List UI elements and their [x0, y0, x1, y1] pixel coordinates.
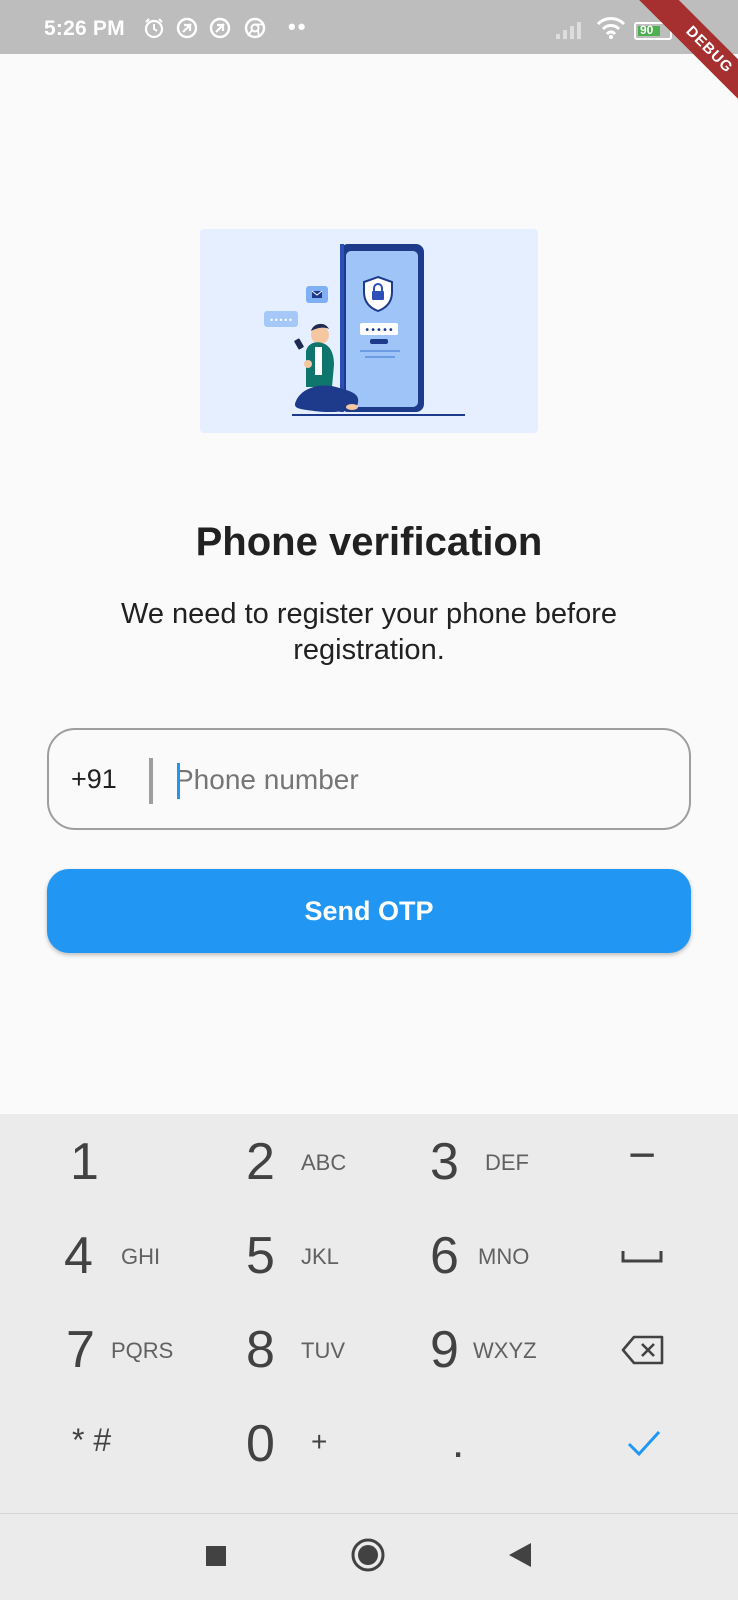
signal-icon	[556, 22, 581, 39]
key-star-hash[interactable]: * #	[30, 1396, 200, 1490]
key-4[interactable]: 4 GHI	[30, 1208, 200, 1302]
key-letters: PQRS	[111, 1338, 174, 1363]
key-dot[interactable]: .	[390, 1396, 560, 1490]
key-letters: MNO	[478, 1244, 530, 1269]
status-time: 5:26 PM	[44, 17, 125, 40]
page-title: Phone verification	[195, 520, 543, 564]
key-digit: 6	[430, 1227, 459, 1285]
phone-verification-illustration: ••••• •••••	[200, 229, 538, 433]
key-digit: 3	[430, 1133, 459, 1191]
key-space[interactable]	[580, 1208, 710, 1302]
text-cursor	[177, 763, 180, 799]
key-backspace[interactable]	[580, 1302, 710, 1396]
battery-level: 90	[640, 23, 654, 37]
country-code[interactable]: +91	[71, 764, 117, 795]
backspace-icon	[621, 1335, 664, 1365]
key-letters: WXYZ	[473, 1338, 537, 1363]
key-symbol: * #	[72, 1422, 112, 1458]
back-icon[interactable]	[507, 1541, 533, 1569]
key-symbol: −	[628, 1129, 657, 1182]
key-symbol: .	[452, 1418, 465, 1467]
space-icon	[621, 1251, 663, 1263]
key-digit: 4	[64, 1227, 93, 1285]
key-letters: DEF	[485, 1150, 529, 1175]
bubble-dots: •••••	[269, 316, 293, 325]
checkmark-icon	[627, 1430, 661, 1457]
more-dots-icon: ••	[288, 14, 308, 39]
key-done[interactable]	[580, 1396, 710, 1490]
key-5[interactable]: 5 JKL	[210, 1208, 380, 1302]
key-letters: GHI	[121, 1244, 161, 1269]
key-1[interactable]: 1	[30, 1114, 200, 1208]
key-8[interactable]: 8 TUV	[210, 1302, 380, 1396]
wifi-icon	[596, 17, 626, 39]
key-digit: 7	[66, 1321, 95, 1379]
key-digit: 8	[246, 1321, 275, 1379]
chrome-icon	[244, 17, 266, 39]
send-otp-button[interactable]: Send OTP	[47, 869, 691, 953]
key-7[interactable]: 7 PQRS	[30, 1302, 200, 1396]
system-navigation-bar	[0, 1513, 738, 1600]
key-0[interactable]: 0 +	[210, 1396, 380, 1490]
key-minus[interactable]: −	[580, 1114, 710, 1208]
key-digit: 9	[430, 1321, 459, 1379]
page-subtitle: We need to register your phone before re…	[120, 598, 617, 666]
key-digit: 5	[246, 1227, 275, 1285]
key-digit: 0	[246, 1415, 275, 1473]
status-bar: 5:26 PM •• 90	[0, 0, 738, 54]
alarm-icon	[144, 18, 164, 39]
key-letters: JKL	[301, 1244, 339, 1269]
password-dots: •••••	[364, 325, 394, 336]
key-6[interactable]: 6 MNO	[390, 1208, 560, 1302]
phone-number-field[interactable]: +91	[47, 728, 691, 830]
phone-number-input[interactable]	[175, 758, 655, 802]
home-icon[interactable]	[350, 1537, 386, 1573]
notification-icon	[176, 17, 198, 39]
numeric-keyboard: 1 2 ABC 3 DEF − 4 GHI 5 JKL 6 MNO 7 PQRS…	[0, 1114, 738, 1513]
key-3[interactable]: 3 DEF	[390, 1114, 560, 1208]
key-9[interactable]: 9 WXYZ	[390, 1302, 560, 1396]
key-letters: TUV	[301, 1338, 345, 1363]
key-digit: 1	[70, 1133, 99, 1191]
field-divider	[149, 758, 153, 804]
notification-icon	[209, 17, 231, 39]
key-letters: +	[311, 1426, 328, 1457]
recents-icon[interactable]	[204, 1544, 228, 1568]
key-letters: ABC	[301, 1150, 347, 1175]
key-digit: 2	[246, 1133, 275, 1191]
key-2[interactable]: 2 ABC	[210, 1114, 380, 1208]
